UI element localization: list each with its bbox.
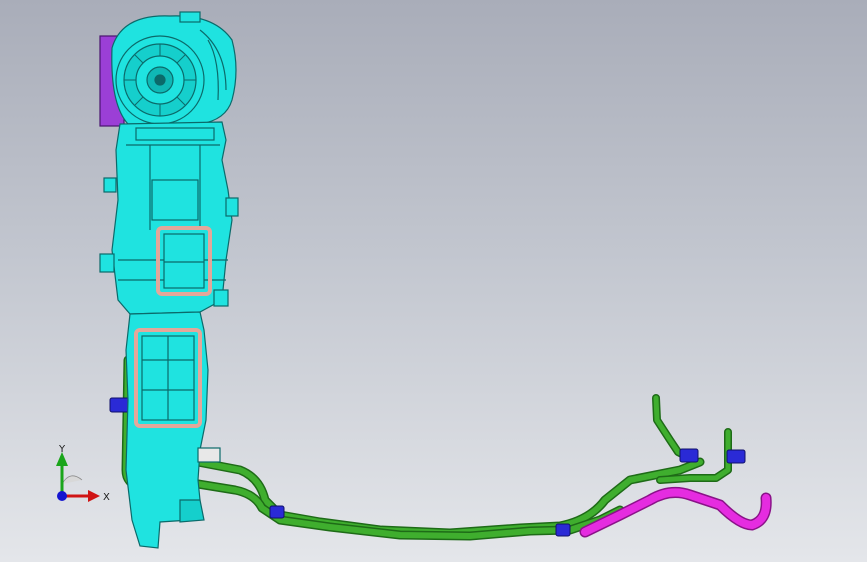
cad-viewport[interactable]: Y X: [0, 0, 867, 562]
clip-right-1: [679, 448, 699, 463]
coolant-pipe-main-upper: [193, 457, 705, 538]
clip-mid-right: [555, 523, 571, 537]
coordinate-triad: Y X: [56, 444, 110, 503]
y-axis-label: Y: [58, 444, 66, 455]
model-canvas[interactable]: Y X: [0, 0, 867, 562]
x-axis-label: X: [103, 492, 110, 503]
clip-right-2: [726, 449, 746, 464]
z-axis-point: [57, 491, 67, 501]
clip-mid-left: [269, 505, 285, 519]
